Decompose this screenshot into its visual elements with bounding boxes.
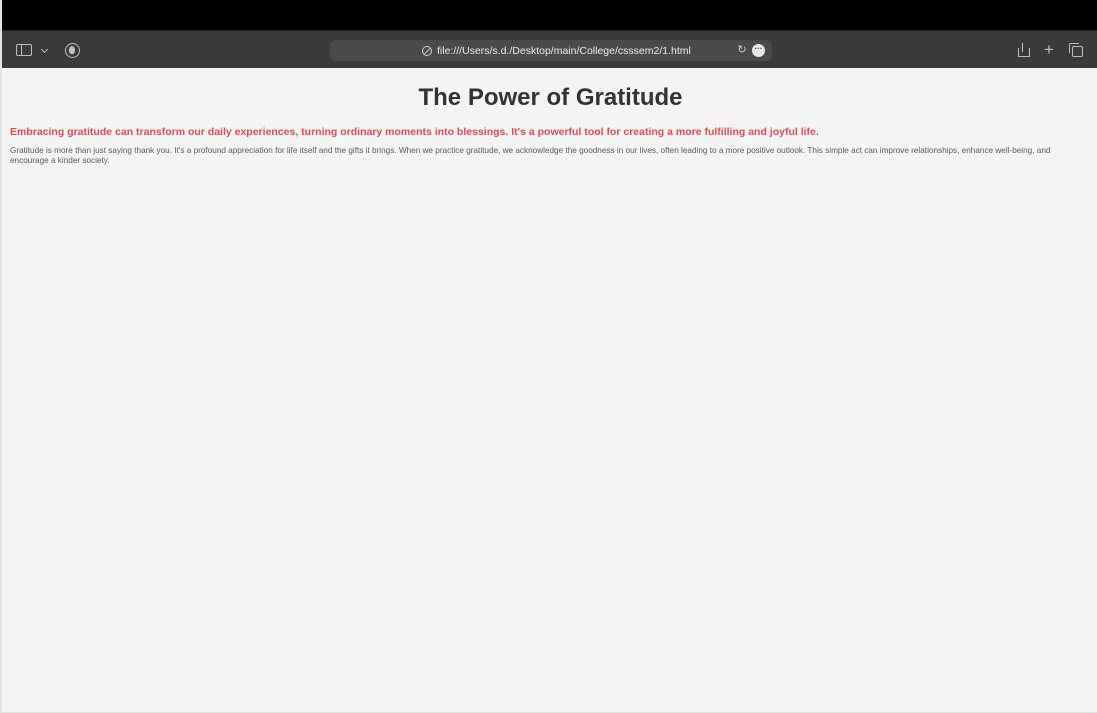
body-paragraph: Gratitude is more than just saying thank… — [10, 146, 1051, 165]
chevron-down-icon[interactable] — [40, 46, 49, 55]
browser-window: file:///Users/s.d./Desktop/main/College/… — [0, 0, 1097, 713]
browser-toolbar: file:///Users/s.d./Desktop/main/College/… — [2, 30, 1097, 68]
toolbar-right-group: + — [1017, 40, 1083, 60]
toolbar-left-group — [16, 40, 80, 60]
address-bar-content: file:///Users/s.d./Desktop/main/College/… — [422, 43, 691, 58]
lead-paragraph: Embracing gratitude can transform our da… — [10, 126, 819, 138]
sidebar-icon[interactable] — [16, 44, 32, 56]
reload-icon[interactable]: ↻ — [736, 43, 748, 58]
share-icon[interactable] — [1017, 43, 1030, 57]
compass-icon — [422, 45, 432, 56]
tabs-overview-icon[interactable] — [1069, 43, 1083, 57]
address-bar[interactable]: file:///Users/s.d./Desktop/main/College/… — [330, 40, 772, 61]
privacy-report-icon[interactable] — [65, 42, 80, 58]
url-text[interactable]: file:///Users/s.d./Desktop/main/College/… — [437, 45, 691, 57]
plus-icon[interactable]: + — [1043, 41, 1055, 58]
menu-bar — [2, 0, 1097, 30]
more-icon[interactable]: ··· — [752, 44, 765, 57]
page-title: The Power of Gratitude — [418, 84, 683, 111]
page-content: The Power of Gratitude Embracing gratitu… — [4, 68, 1097, 712]
